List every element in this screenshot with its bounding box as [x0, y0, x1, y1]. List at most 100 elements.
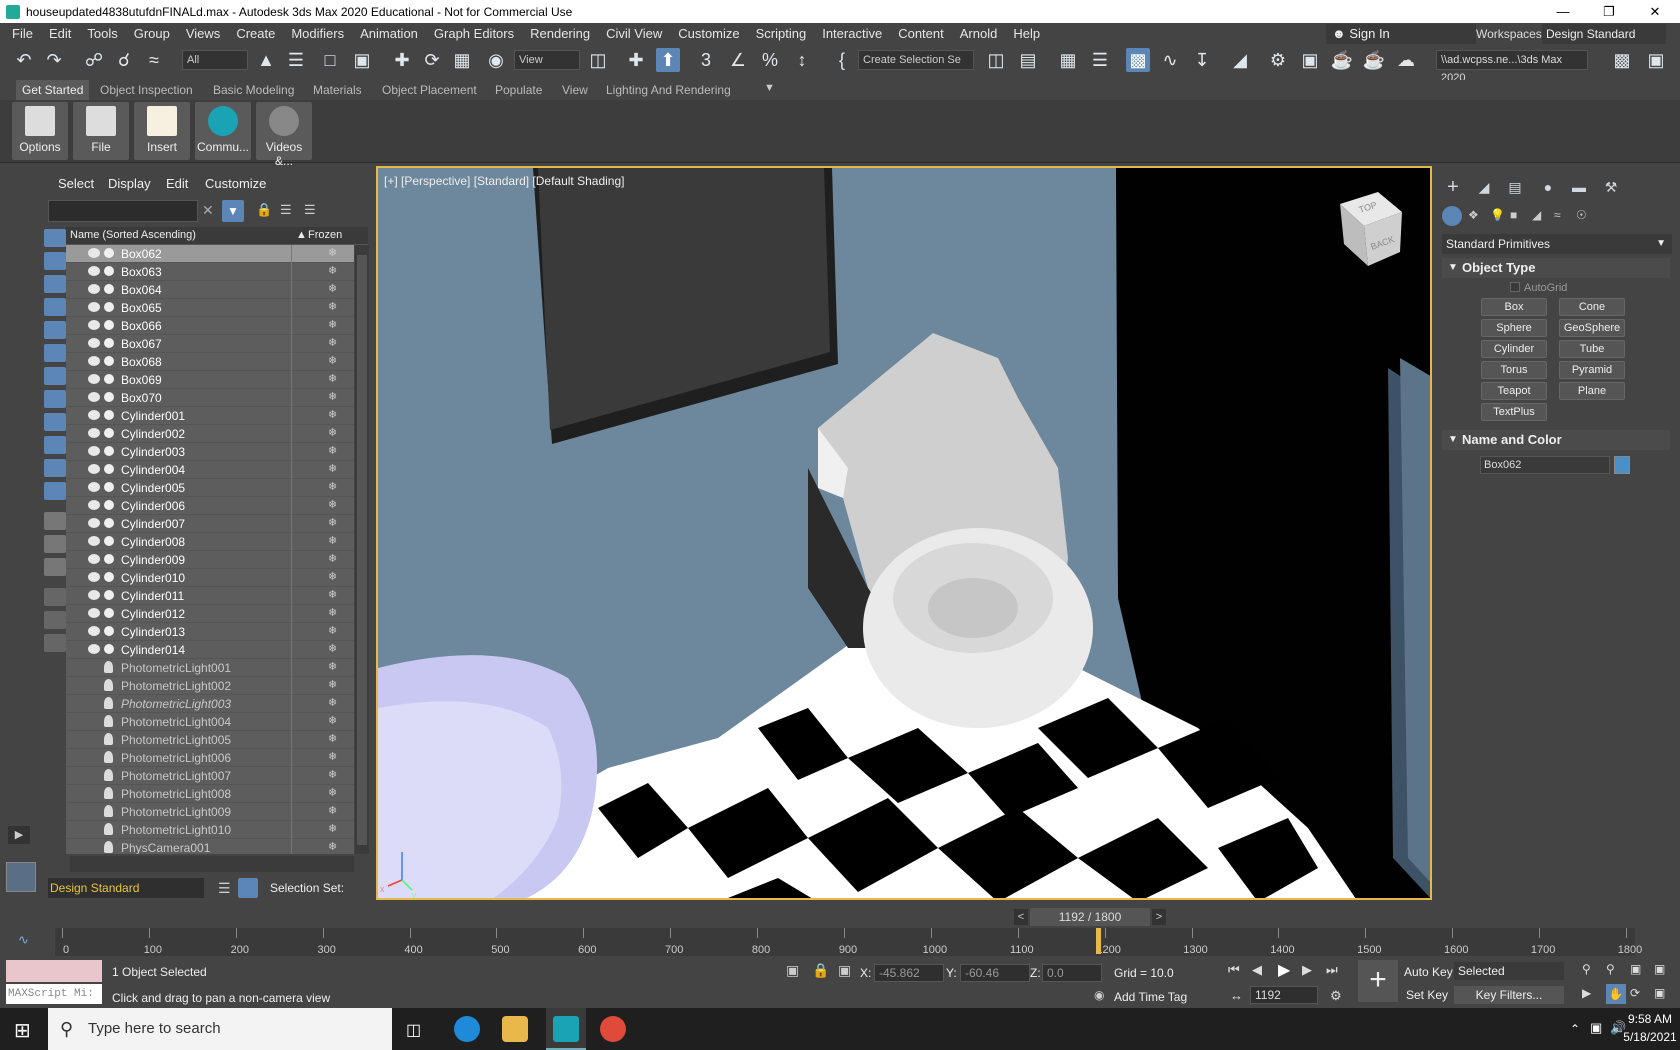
ribbon-videos-button[interactable]: Videos &...: [256, 102, 312, 168]
freeze-icon[interactable]: ❄: [328, 732, 337, 745]
scene-object-row[interactable]: PhysCamera001 ❄: [66, 839, 354, 854]
undo-icon[interactable]: ↶: [12, 48, 36, 72]
key-mode-toggle-icon[interactable]: ↔: [1230, 988, 1243, 1003]
column-frozen-header[interactable]: Frozen: [308, 229, 342, 241]
freeze-icon[interactable]: ❄: [328, 624, 337, 637]
project-path-dropdown[interactable]: \\ad.wcpss.ne...\3ds Max 2020: [1436, 50, 1588, 84]
display-panel-icon[interactable]: ▬: [1568, 176, 1590, 198]
scale-icon[interactable]: ▦: [450, 48, 474, 72]
freeze-icon[interactable]: ❄: [328, 462, 337, 475]
create-panel-icon[interactable]: +: [1442, 176, 1464, 198]
maxscript-mini-listener[interactable]: MAXScript Mi:: [6, 984, 102, 1004]
workspace-dropdown[interactable]: Design Standard: [48, 878, 204, 898]
scene-menu-display[interactable]: Display: [108, 176, 151, 191]
set-project-icon[interactable]: ▣: [1644, 48, 1668, 72]
display-lights-icon[interactable]: [44, 275, 66, 293]
freeze-icon[interactable]: ❄: [328, 516, 337, 529]
window-crossing-icon[interactable]: ▣: [350, 48, 374, 72]
utilities-panel-icon[interactable]: ⚒: [1600, 176, 1622, 198]
orbit-icon[interactable]: ▶: [1582, 986, 1591, 1000]
book-icon[interactable]: [44, 634, 66, 652]
menu-group[interactable]: Group: [126, 23, 178, 44]
hierarchy-panel-icon[interactable]: ▤: [1504, 176, 1526, 198]
freeze-icon[interactable]: ❄: [328, 408, 337, 421]
visibility-eye-icon[interactable]: [88, 482, 100, 492]
scene-object-row[interactable]: Box070 ❄: [66, 389, 354, 407]
freeze-icon[interactable]: ❄: [328, 498, 337, 511]
freeze-icon[interactable]: ❄: [328, 570, 337, 583]
time-tag-icon[interactable]: ◉: [1094, 988, 1104, 1002]
reference-coordinate-dropdown[interactable]: View: [514, 50, 580, 70]
rotate-icon[interactable]: ⟳: [420, 48, 444, 72]
taskbar-search-input[interactable]: ⚲ Type here to search: [48, 1008, 392, 1050]
freeze-icon[interactable]: ❄: [328, 642, 337, 655]
filter-icon[interactable]: [44, 611, 66, 629]
sphere-button[interactable]: Sphere: [1481, 319, 1547, 337]
freeze-icon[interactable]: ❄: [328, 840, 337, 853]
freeze-icon[interactable]: ❄: [328, 282, 337, 295]
display-hidden-icon[interactable]: [44, 482, 66, 500]
render-in-cloud-icon[interactable]: ☁: [1394, 48, 1418, 72]
expand-arrow-icon[interactable]: ▶: [8, 826, 30, 844]
named-selection-set-dropdown[interactable]: Create Selection Se: [858, 50, 974, 70]
toggle-ribbon-icon[interactable]: ▩: [1126, 48, 1150, 72]
visibility-eye-icon[interactable]: [88, 464, 100, 474]
x-coordinate-field[interactable]: -45.862: [874, 964, 944, 982]
select-by-name-icon[interactable]: ☰: [284, 48, 308, 72]
layers-icon[interactable]: ☰: [218, 880, 231, 897]
freeze-icon[interactable]: ❄: [328, 660, 337, 673]
helpers-icon[interactable]: ◢: [1532, 208, 1541, 222]
minimize-button[interactable]: —: [1540, 0, 1586, 23]
menu-content[interactable]: Content: [890, 23, 952, 44]
visibility-eye-icon[interactable]: [88, 356, 100, 366]
freeze-icon[interactable]: ❄: [328, 696, 337, 709]
render-production-icon[interactable]: ☕: [1330, 48, 1354, 72]
menu-edit[interactable]: Edit: [41, 23, 79, 44]
freeze-icon[interactable]: ❄: [328, 588, 337, 601]
placement-icon[interactable]: ◉: [484, 48, 508, 72]
menu-scripting[interactable]: Scripting: [748, 23, 815, 44]
set-key-button[interactable]: Set Key: [1406, 988, 1448, 1002]
go-to-start-icon[interactable]: ⏮: [1228, 962, 1240, 978]
key-mode-dropdown[interactable]: Selected: [1454, 962, 1564, 980]
display-frozen-icon[interactable]: [44, 459, 66, 477]
freeze-icon[interactable]: ❄: [328, 804, 337, 817]
next-key-icon[interactable]: ▶: [1302, 962, 1312, 978]
move-icon[interactable]: ✚: [390, 48, 414, 72]
viewport-layout-icon[interactable]: ▩: [1610, 48, 1634, 72]
visibility-eye-icon[interactable]: [88, 518, 100, 528]
select-object-icon[interactable]: ▲: [254, 48, 278, 72]
scene-object-row[interactable]: Cylinder004 ❄: [66, 461, 354, 479]
display-none-icon[interactable]: [44, 535, 66, 553]
tab-get-started[interactable]: Get Started: [16, 80, 90, 100]
geosphere-button[interactable]: GeoSphere: [1559, 319, 1625, 337]
isolate-selection-icon[interactable]: ▣: [786, 962, 799, 979]
scene-object-row[interactable]: Cylinder006 ❄: [66, 497, 354, 515]
visibility-eye-icon[interactable]: [88, 608, 100, 618]
visibility-eye-icon[interactable]: [88, 338, 100, 348]
menu-arnold[interactable]: Arnold: [952, 23, 1006, 44]
scene-object-row[interactable]: PhotometricLight003 ❄: [66, 695, 354, 713]
freeze-icon[interactable]: ❄: [328, 606, 337, 619]
autogrid-checkbox[interactable]: [1510, 282, 1520, 292]
windows-start-icon[interactable]: ⊞: [14, 1018, 31, 1043]
visibility-eye-icon[interactable]: [88, 302, 100, 312]
tube-button[interactable]: Tube: [1559, 340, 1625, 358]
plane-button[interactable]: Plane: [1559, 382, 1625, 400]
visibility-eye-icon[interactable]: [88, 248, 100, 258]
menu-customize[interactable]: Customize: [670, 23, 747, 44]
geometry-icon[interactable]: [1442, 206, 1462, 226]
align-icon[interactable]: ▤: [1016, 48, 1040, 72]
absolute-mode-icon[interactable]: ▣: [838, 962, 851, 979]
scene-search-input[interactable]: [48, 200, 198, 222]
scene-object-row[interactable]: PhotometricLight005 ❄: [66, 731, 354, 749]
key-filters-button[interactable]: Key Filters...: [1454, 986, 1564, 1004]
ribbon-file-button[interactable]: File: [73, 102, 129, 160]
space-warps-icon[interactable]: ≈: [1554, 208, 1561, 222]
freeze-icon[interactable]: ❄: [328, 390, 337, 403]
menu-create[interactable]: Create: [228, 23, 283, 44]
freeze-icon[interactable]: ❄: [328, 786, 337, 799]
display-space-warps-icon[interactable]: [44, 344, 66, 362]
current-frame-field[interactable]: 1192: [1250, 986, 1318, 1004]
orbit-subobject-icon[interactable]: ⟳: [1630, 986, 1640, 1000]
